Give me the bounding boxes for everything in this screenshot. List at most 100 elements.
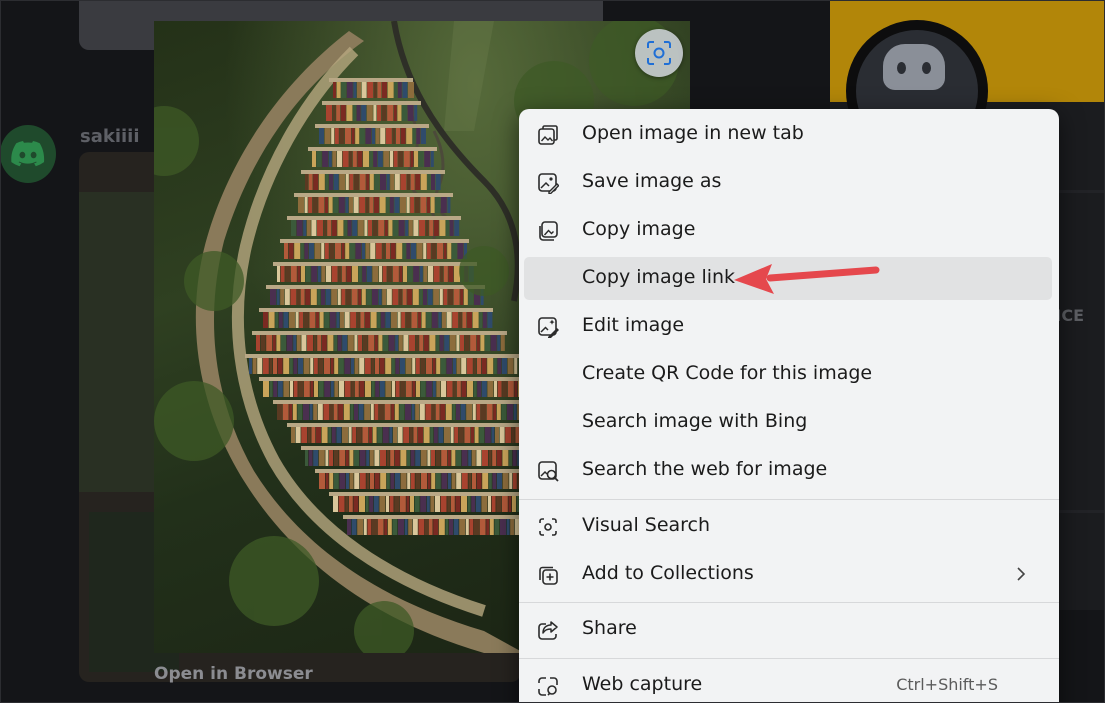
- book-spine: [490, 335, 497, 351]
- book-spine: [309, 404, 313, 420]
- book-spine: [349, 174, 354, 190]
- book-spine: [365, 197, 369, 213]
- book-spine: [420, 174, 427, 190]
- book-spine: [398, 220, 405, 236]
- book-spine: [413, 266, 420, 282]
- book-spine: [338, 266, 342, 282]
- book-spine: [311, 266, 318, 282]
- book-spine: [323, 220, 327, 236]
- book-spine: [277, 266, 280, 282]
- book-spine: [414, 496, 420, 512]
- book-spine: [506, 519, 510, 535]
- book-spine: [408, 82, 414, 98]
- book-spine: [502, 358, 507, 374]
- book-spine: [406, 243, 411, 259]
- book-spine: [356, 427, 362, 443]
- menu-item-label: Edit image: [582, 314, 685, 336]
- book-spine: [397, 427, 403, 443]
- stair-step-edge: [308, 147, 437, 151]
- book-spine: [405, 312, 411, 328]
- book-spine: [414, 105, 418, 121]
- book-spine: [477, 381, 482, 397]
- discord-avatar: [0, 125, 56, 183]
- menu-item-add-to-collections[interactable]: Add to Collections: [524, 553, 1052, 596]
- menu-item-save-image-as[interactable]: Save image as: [524, 161, 1052, 204]
- book-spine: [344, 381, 351, 397]
- book-spine: [445, 404, 452, 420]
- book-spine: [412, 289, 419, 305]
- book-spine: [301, 427, 308, 443]
- book-spine: [472, 404, 476, 420]
- book-spine: [371, 381, 375, 397]
- menu-item-shortcut: Ctrl+Shift+S: [896, 675, 998, 694]
- stair-step-edge: [315, 124, 429, 128]
- book-spine: [369, 427, 372, 443]
- book-spine: [272, 335, 276, 351]
- book-spine: [496, 450, 502, 466]
- stair-step-edge: [294, 193, 453, 197]
- book-spine: [421, 312, 426, 328]
- book-spine: [359, 358, 365, 374]
- visual-search-button[interactable]: [635, 29, 683, 77]
- book-spine: [406, 496, 410, 512]
- menu-item-open-image-new-tab[interactable]: Open image in new tab: [524, 113, 1052, 156]
- book-spine: [374, 174, 380, 190]
- book-spine: [371, 358, 375, 374]
- book-spine: [461, 473, 468, 489]
- book-spine: [283, 312, 289, 328]
- book-spine: [441, 381, 446, 397]
- stair-step-edge: [322, 101, 421, 105]
- menu-item-copy-image[interactable]: Copy image: [524, 209, 1052, 252]
- book-spine: [502, 473, 509, 489]
- menu-item-create-qr-code[interactable]: Create QR Code for this image: [524, 353, 1052, 396]
- book-spine: [461, 496, 467, 512]
- book-spine: [389, 496, 394, 512]
- menu-item-search-image-bing[interactable]: Search image with Bing: [524, 401, 1052, 444]
- book-spine: [374, 197, 379, 213]
- book-spine: [505, 427, 512, 443]
- book-spine: [433, 519, 439, 535]
- book-spine: [280, 289, 285, 305]
- book-spine: [314, 243, 321, 259]
- menu-item-share[interactable]: Share: [524, 608, 1052, 651]
- open-in-browser-link[interactable]: Open in Browser: [154, 664, 313, 684]
- book-spine: [400, 473, 407, 489]
- book-spine: [440, 266, 444, 282]
- menu-item-visual-search[interactable]: Visual Search: [524, 505, 1052, 548]
- book-spine: [432, 404, 435, 420]
- book-spine: [338, 496, 345, 512]
- book-spine: [477, 358, 481, 374]
- book-spine: [380, 174, 386, 190]
- menu-item-edit-image[interactable]: Edit image: [524, 305, 1052, 348]
- book-spine: [356, 105, 361, 121]
- book-spine: [290, 381, 293, 397]
- stair-step-edge: [259, 377, 535, 381]
- book-spine: [390, 243, 396, 259]
- book-spine: [426, 358, 432, 374]
- book-spine: [496, 496, 502, 512]
- book-spine: [373, 105, 377, 121]
- book-spine: [351, 128, 355, 144]
- book-spine: [348, 496, 353, 512]
- book-spine: [379, 496, 386, 512]
- book-spine: [358, 404, 364, 420]
- book-spine: [334, 358, 339, 374]
- menu-item-web-capture[interactable]: Web capture Ctrl+Shift+S: [524, 664, 1052, 703]
- book-spine: [421, 473, 427, 489]
- book-spine: [412, 519, 418, 535]
- book-spine: [325, 197, 328, 213]
- book-spine: [454, 266, 460, 282]
- book-spine: [425, 220, 429, 236]
- book-spine: [384, 220, 388, 236]
- book-spine: [418, 427, 423, 443]
- book-spine: [456, 450, 461, 466]
- book-spine: [382, 266, 387, 282]
- book-spine: [467, 381, 473, 397]
- book-spine: [437, 243, 443, 259]
- book-spine: [487, 312, 493, 328]
- book-spine: [402, 82, 408, 98]
- book-spine: [452, 312, 459, 328]
- book-spine: [479, 519, 486, 535]
- menu-item-search-web-for-image[interactable]: Search the web for image: [524, 449, 1052, 492]
- book-spine: [507, 381, 514, 397]
